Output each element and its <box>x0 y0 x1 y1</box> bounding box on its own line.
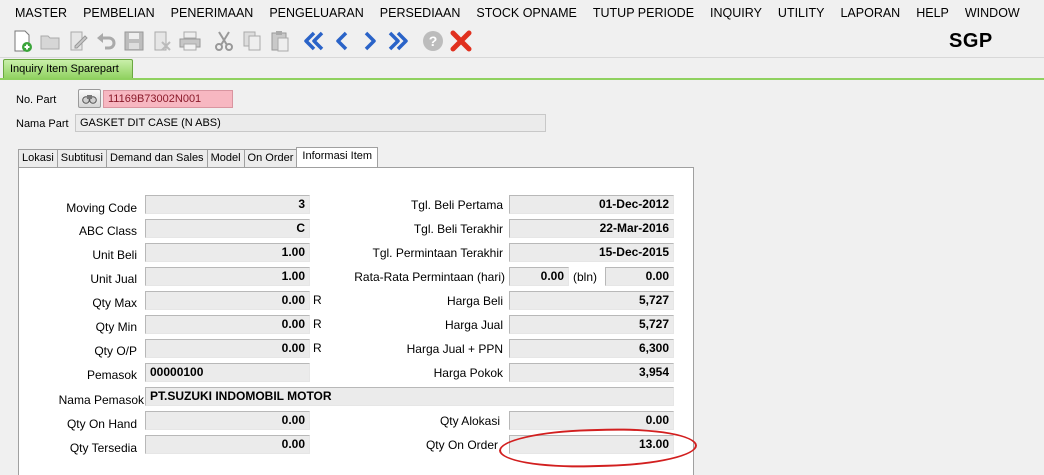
harga-jual-ppn-field: 6,300 <box>509 339 674 358</box>
print-icon[interactable] <box>178 29 202 53</box>
tgl-permintaan-terakhir-label: Tgl. Permintaan Terakhir <box>372 246 504 260</box>
tgl-beli-terakhir-field: 22-Mar-2016 <box>509 219 674 238</box>
harga-jual-ppn-label: Harga Jual + PPN <box>406 342 503 356</box>
binoculars-icon <box>82 95 97 104</box>
tgl-beli-terakhir-label: Tgl. Beli Terakhir <box>413 222 503 236</box>
tgl-permintaan-terakhir-field: 15-Dec-2015 <box>509 243 674 262</box>
harga-pokok-field: 3,954 <box>509 363 674 382</box>
abc-class-label: ABC Class <box>78 224 137 238</box>
rata-rata-bln-unit: (bln) <box>573 270 598 284</box>
detail-tabs: Lokasi Subtitusi Demand dan Sales Model … <box>18 147 379 168</box>
part-name-label: Nama Part <box>16 118 69 130</box>
pemasok-field: 00000100 <box>145 363 310 382</box>
part-name-field: GASKET DIT CASE (N ABS) <box>75 114 546 132</box>
qty-max-label: Qty Max <box>92 296 137 310</box>
unit-beli-label: Unit Beli <box>92 248 137 262</box>
tab-informasi-item[interactable]: Informasi Item <box>296 147 379 168</box>
menu-window[interactable]: WINDOW <box>957 0 1028 26</box>
qty-tersedia-label: Qty Tersedia <box>69 441 137 455</box>
qty-max-field: 0.00 <box>145 291 310 310</box>
next-record-icon[interactable] <box>358 29 382 53</box>
menu-pembelian[interactable]: PEMBELIAN <box>75 0 163 26</box>
nama-pemasok-field: PT.SUZUKI INDOMOBIL MOTOR <box>145 387 674 406</box>
qty-alokasi-label: Qty Alokasi <box>439 414 500 428</box>
menu-stock-opname[interactable]: STOCK OPNAME <box>468 0 584 26</box>
pemasok-label: Pemasok <box>86 368 137 382</box>
qty-tersedia-field: 0.00 <box>145 435 310 454</box>
menu-penerimaan[interactable]: PENERIMAAN <box>163 0 262 26</box>
close-icon[interactable] <box>449 29 473 53</box>
qty-min-label: Qty Min <box>95 320 137 334</box>
paste-icon[interactable] <box>268 29 292 53</box>
unit-jual-field: 1.00 <box>145 267 310 286</box>
menu-bar: MASTER PEMBELIAN PENERIMAAN PENGELUARAN … <box>0 0 1044 26</box>
qty-min-field: 0.00 <box>145 315 310 334</box>
qty-on-hand-label: Qty On Hand <box>66 417 137 431</box>
tgl-beli-pertama-field: 01-Dec-2012 <box>509 195 674 214</box>
unit-jual-label: Unit Jual <box>90 272 137 286</box>
brand-label: SGP <box>949 30 993 52</box>
tab-subtitusi[interactable]: Subtitusi <box>56 149 107 168</box>
edit-icon[interactable] <box>66 29 90 53</box>
copy-icon[interactable] <box>240 29 264 53</box>
undo-icon[interactable] <box>94 29 118 53</box>
harga-beli-label: Harga Beli <box>446 294 503 308</box>
toolbar: ? <box>0 26 1044 58</box>
rata-rata-hari-field: 0.00 <box>509 267 569 286</box>
nama-pemasok-label: Nama Pemasok <box>58 393 144 407</box>
abc-class-field: C <box>145 219 310 238</box>
tab-lokasi[interactable]: Lokasi <box>18 149 58 168</box>
document-tab-inquiry[interactable]: Inquiry Item Sparepart <box>3 59 133 79</box>
rata-rata-bln-field: 0.00 <box>605 267 674 286</box>
tab-on-order[interactable]: On Order <box>243 149 298 168</box>
first-record-icon[interactable] <box>302 29 326 53</box>
moving-code-field: 3 <box>145 195 310 214</box>
last-record-icon[interactable] <box>386 29 410 53</box>
menu-master[interactable]: MASTER <box>7 0 75 26</box>
menu-tutup-periode[interactable]: TUTUP PERIODE <box>585 0 702 26</box>
document-tab-underline <box>0 78 1044 80</box>
moving-code-label: Moving Code <box>66 201 137 215</box>
menu-laporan[interactable]: LAPORAN <box>832 0 908 26</box>
unit-beli-field: 1.00 <box>145 243 310 262</box>
harga-jual-field: 5,727 <box>509 315 674 334</box>
tab-demand-dan-sales[interactable]: Demand dan Sales <box>106 149 208 168</box>
qty-op-field: 0.00 <box>145 339 310 358</box>
cut-icon[interactable] <box>212 29 236 53</box>
help-icon[interactable]: ? <box>421 29 445 53</box>
svg-text:?: ? <box>429 33 438 49</box>
rata-rata-permintaan-label: Rata-Rata Permintaan (hari) <box>354 270 505 284</box>
menu-help[interactable]: HELP <box>908 0 957 26</box>
menu-inquiry[interactable]: INQUIRY <box>702 0 770 26</box>
part-lookup-button[interactable] <box>78 89 101 108</box>
part-no-field[interactable]: 11169B73002N001 <box>103 90 233 108</box>
previous-record-icon[interactable] <box>330 29 354 53</box>
open-icon[interactable] <box>38 29 62 53</box>
harga-beli-field: 5,727 <box>509 291 674 310</box>
menu-utility[interactable]: UTILITY <box>770 0 833 26</box>
qty-on-order-label: Qty On Order <box>425 438 498 452</box>
save-icon[interactable] <box>122 29 146 53</box>
part-no-label: No. Part <box>16 94 57 106</box>
qty-on-hand-field: 0.00 <box>145 411 310 430</box>
qty-op-label: Qty O/P <box>94 344 137 358</box>
harga-pokok-label: Harga Pokok <box>433 366 503 380</box>
menu-pengeluaran[interactable]: PENGELUARAN <box>261 0 371 26</box>
harga-jual-label: Harga Jual <box>444 318 503 332</box>
tgl-beli-pertama-label: Tgl. Beli Pertama <box>410 198 503 212</box>
tab-model[interactable]: Model <box>206 149 245 168</box>
delete-icon[interactable] <box>150 29 174 53</box>
qty-alokasi-field: 0.00 <box>509 411 674 430</box>
new-icon[interactable] <box>10 29 34 53</box>
menu-persediaan[interactable]: PERSEDIAAN <box>372 0 469 26</box>
